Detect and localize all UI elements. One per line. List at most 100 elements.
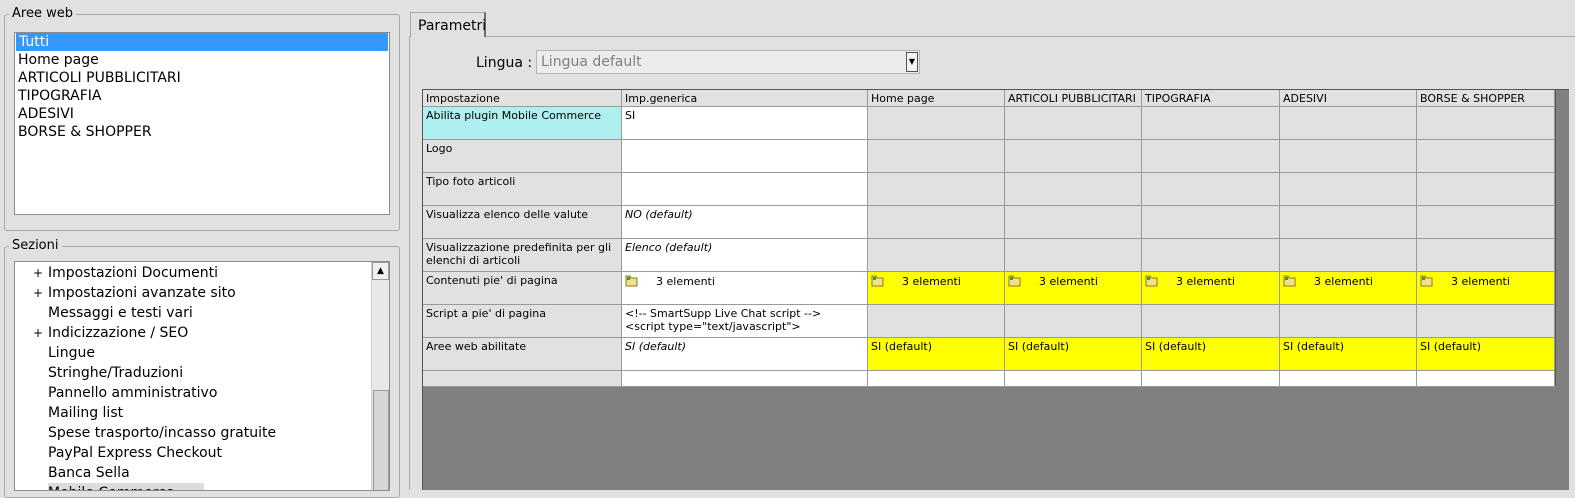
tree-item[interactable]: Spese trasporto/incasso gratuite — [15, 423, 371, 443]
area-value-cell[interactable] — [868, 305, 1005, 338]
area-value-cell[interactable] — [1142, 239, 1280, 272]
tree-item[interactable]: Banca Sella — [15, 463, 371, 483]
expand-icon[interactable]: + — [33, 283, 43, 303]
area-value-cell[interactable] — [1005, 107, 1142, 140]
area-value-cell[interactable] — [1417, 206, 1555, 239]
scroll-thumb[interactable] — [373, 390, 389, 490]
generic-value-cell[interactable]: 3 elementi — [622, 272, 868, 305]
column-header[interactable]: Impostazione — [423, 90, 622, 107]
area-value-cell[interactable] — [1005, 239, 1142, 272]
column-header[interactable]: Imp.generica — [622, 90, 868, 107]
area-value-cell[interactable] — [1005, 140, 1142, 173]
area-value-cell[interactable]: 3 elementi — [1280, 272, 1417, 305]
sezioni-scrollbar[interactable]: ▲ — [371, 262, 389, 490]
area-value-cell[interactable] — [1280, 107, 1417, 140]
column-header[interactable]: TIPOGRAFIA — [1142, 90, 1280, 107]
column-header[interactable]: Home page — [868, 90, 1005, 107]
aree-web-item[interactable]: BORSE & SHOPPER — [15, 123, 389, 141]
generic-value-cell[interactable]: Elenco (default) — [622, 239, 868, 272]
sezioni-tree[interactable]: + Impostazioni Documenti + Impostazioni ava… — [14, 261, 390, 491]
area-value-cell[interactable] — [1142, 173, 1280, 206]
tree-item[interactable]: + Indicizzazione / SEO — [15, 323, 371, 343]
aree-web-list[interactable]: Tutti Home page ARTICOLI PUBBLICITARI TIPOG… — [14, 32, 390, 215]
tab-parametri[interactable]: Parametri — [410, 12, 486, 37]
tree-item[interactable]: PayPal Express Checkout — [15, 443, 371, 463]
area-value-cell[interactable]: 3 elementi — [1142, 272, 1280, 305]
empty-row-cell[interactable] — [423, 371, 622, 387]
area-value-cell[interactable] — [868, 173, 1005, 206]
tree-item[interactable]: Stringhe/Traduzioni — [15, 363, 371, 383]
generic-value-cell[interactable] — [622, 173, 868, 206]
area-value-cell[interactable] — [1280, 305, 1417, 338]
generic-value-cell[interactable]: SI (default) — [622, 338, 868, 371]
expand-icon[interactable]: + — [33, 263, 43, 283]
tree-item[interactable]: + Impostazioni Documenti — [15, 263, 371, 283]
area-value-cell[interactable] — [1417, 239, 1555, 272]
setting-label[interactable]: Logo — [423, 140, 622, 173]
column-header[interactable]: BORSE & SHOPPER — [1417, 90, 1555, 107]
aree-web-item[interactable]: TIPOGRAFIA — [15, 87, 389, 105]
aree-web-item[interactable]: Tutti — [16, 33, 388, 51]
area-value-cell[interactable] — [868, 206, 1005, 239]
area-value-cell[interactable]: SI (default) — [1417, 338, 1555, 371]
area-value-cell[interactable] — [1142, 305, 1280, 338]
area-value-cell[interactable]: 3 elementi — [1417, 272, 1555, 305]
area-value-cell[interactable]: 3 elementi — [1005, 272, 1142, 305]
area-value-cell[interactable] — [1005, 173, 1142, 206]
setting-label[interactable]: Abilita plugin Mobile Commerce — [423, 107, 622, 140]
chevron-down-icon[interactable]: ▼ — [906, 52, 918, 72]
tree-item[interactable]: Mailing list — [15, 403, 371, 423]
folder-icon — [1145, 275, 1158, 287]
empty-row-cell[interactable] — [622, 371, 868, 387]
generic-value-cell[interactable]: <!-- SmartSupp Live Chat script --> <scr… — [622, 305, 868, 338]
generic-value-cell[interactable] — [622, 140, 868, 173]
aree-web-item[interactable]: ARTICOLI PUBBLICITARI — [15, 69, 389, 87]
tree-item[interactable]: Messaggi e testi vari — [15, 303, 371, 323]
column-header[interactable]: ARTICOLI PUBBLICITARI — [1005, 90, 1142, 107]
area-value-cell[interactable] — [1280, 206, 1417, 239]
area-value-cell[interactable] — [1417, 173, 1555, 206]
setting-label[interactable]: Aree web abilitate — [423, 338, 622, 371]
area-value-cell[interactable]: SI (default) — [1280, 338, 1417, 371]
empty-row-cell[interactable] — [1417, 371, 1555, 387]
area-value-cell[interactable] — [1005, 305, 1142, 338]
scroll-up-arrow-icon[interactable]: ▲ — [372, 262, 389, 280]
tree-item[interactable]: Lingue — [15, 343, 371, 363]
area-value-cell[interactable] — [1142, 140, 1280, 173]
area-value-cell[interactable] — [1417, 107, 1555, 140]
lingua-select[interactable]: Lingua default ▼ — [536, 50, 920, 74]
setting-label[interactable]: Contenuti pie' di pagina — [423, 272, 622, 305]
area-value-cell[interactable] — [868, 140, 1005, 173]
empty-row-cell[interactable] — [1005, 371, 1142, 387]
area-value-cell[interactable]: SI (default) — [868, 338, 1005, 371]
area-value-cell[interactable] — [1417, 305, 1555, 338]
setting-label[interactable]: Tipo foto articoli — [423, 173, 622, 206]
area-value-cell[interactable] — [1142, 206, 1280, 239]
area-value-cell[interactable] — [1417, 140, 1555, 173]
generic-value-cell[interactable]: SI — [622, 107, 868, 140]
area-value-cell[interactable] — [868, 107, 1005, 140]
area-value-cell[interactable] — [1280, 140, 1417, 173]
area-value-cell[interactable] — [868, 239, 1005, 272]
setting-label[interactable]: Visualizzazione predefinita per gli elen… — [423, 239, 622, 272]
area-value-cell[interactable]: SI (default) — [1142, 338, 1280, 371]
area-value-cell[interactable] — [1280, 173, 1417, 206]
empty-row-cell[interactable] — [1280, 371, 1417, 387]
empty-row-cell[interactable] — [868, 371, 1005, 387]
area-value-cell[interactable] — [1280, 239, 1417, 272]
expand-icon[interactable]: + — [33, 323, 43, 343]
area-value-cell[interactable] — [1142, 107, 1280, 140]
aree-web-item[interactable]: ADESIVI — [15, 105, 389, 123]
tree-item[interactable]: Mobile Commerce — [15, 483, 371, 490]
column-header[interactable]: ADESIVI — [1280, 90, 1417, 107]
area-value-cell[interactable]: SI (default) — [1005, 338, 1142, 371]
setting-label[interactable]: Script a pie' di pagina — [423, 305, 622, 338]
tree-item[interactable]: Pannello amministrativo — [15, 383, 371, 403]
empty-row-cell[interactable] — [1142, 371, 1280, 387]
aree-web-item[interactable]: Home page — [15, 51, 389, 69]
area-value-cell[interactable] — [1005, 206, 1142, 239]
generic-value-cell[interactable]: NO (default) — [622, 206, 868, 239]
setting-label[interactable]: Visualizza elenco delle valute — [423, 206, 622, 239]
tree-item[interactable]: + Impostazioni avanzate sito — [15, 283, 371, 303]
area-value-cell[interactable]: 3 elementi — [868, 272, 1005, 305]
